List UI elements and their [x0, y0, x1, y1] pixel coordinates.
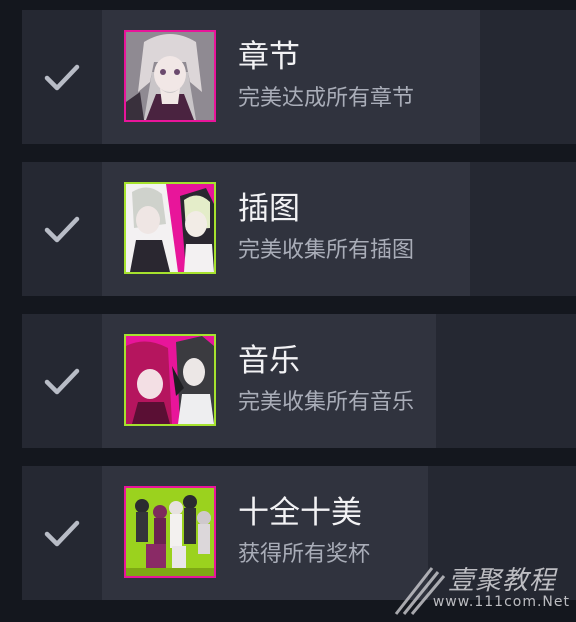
music-art-icon — [124, 334, 216, 426]
achievement-card: 章节 完美达成所有章节 — [102, 10, 480, 144]
achievement-card: 十全十美 获得所有奖杯 — [102, 466, 428, 600]
achievement-list: 章节 完美达成所有章节 插图 完美收集所有插图 音乐 完美收集所有音乐 十全十美… — [0, 0, 576, 622]
achievement-subtitle: 完美收集所有音乐 — [238, 390, 415, 415]
achievement-row-perfect[interactable]: 十全十美 获得所有奖杯 — [22, 466, 576, 600]
achievement-card: 音乐 完美收集所有音乐 — [102, 314, 436, 448]
checkmark-icon — [44, 368, 80, 395]
perfect-art-icon — [124, 486, 216, 578]
check-cell — [22, 314, 102, 448]
check-cell — [22, 466, 102, 600]
chapter-art-icon — [124, 30, 216, 122]
achievement-title: 章节 — [238, 39, 300, 75]
check-cell — [22, 10, 102, 144]
achievement-row-music[interactable]: 音乐 完美收集所有音乐 — [22, 314, 576, 448]
checkmark-icon — [44, 520, 80, 547]
achievement-title: 插图 — [238, 191, 300, 227]
achievement-card: 插图 完美收集所有插图 — [102, 162, 470, 296]
check-cell — [22, 162, 102, 296]
illustration-art-icon — [124, 182, 216, 274]
achievement-subtitle: 完美收集所有插图 — [238, 238, 415, 263]
checkmark-icon — [44, 64, 80, 91]
achievement-title: 音乐 — [238, 343, 300, 379]
achievement-row-chapters[interactable]: 章节 完美达成所有章节 — [22, 10, 576, 144]
achievement-row-illustrations[interactable]: 插图 完美收集所有插图 — [22, 162, 576, 296]
achievement-subtitle: 获得所有奖杯 — [238, 542, 371, 567]
achievement-title: 十全十美 — [238, 495, 362, 531]
achievement-subtitle: 完美达成所有章节 — [238, 86, 415, 111]
checkmark-icon — [44, 216, 80, 243]
